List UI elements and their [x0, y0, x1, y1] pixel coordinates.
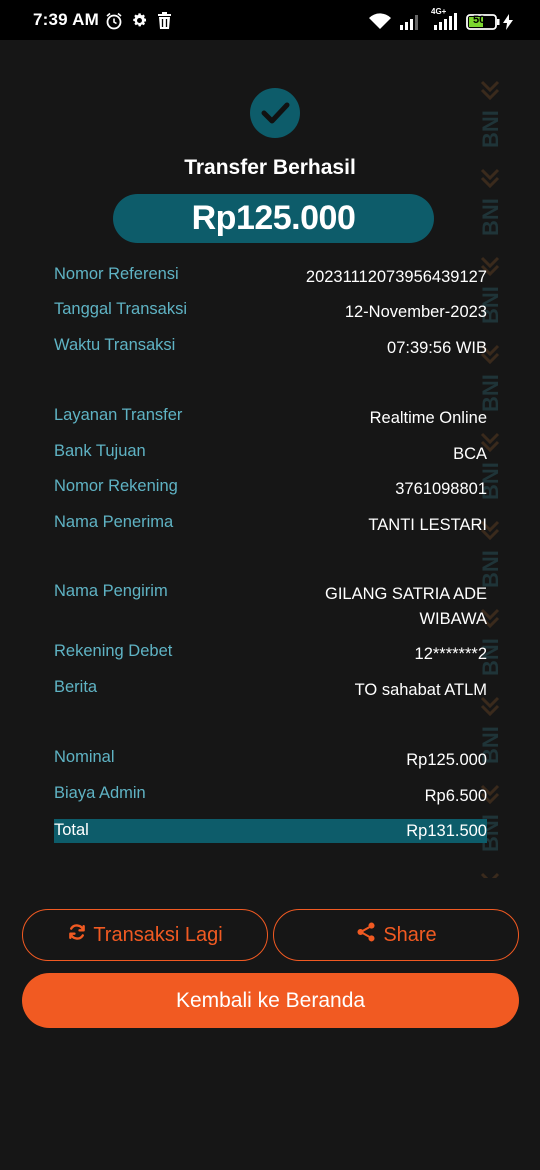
- refresh-icon: [67, 922, 87, 948]
- detail-value: Rp6.500: [424, 787, 487, 805]
- detail-label: Biaya Admin: [54, 784, 146, 802]
- battery-icon: 50: [466, 14, 500, 35]
- detail-value-line: WIBAWA: [419, 610, 487, 628]
- detail-value: Rp131.500: [406, 822, 487, 840]
- detail-value: TANTI LESTARI: [368, 516, 487, 534]
- detail-label: Nomor Rekening: [54, 477, 178, 495]
- detail-value: TO sahabat ATLM: [354, 681, 487, 699]
- detail-row-sender: Nama Pengirim GILANG SATRIA ADE WIBAWA: [54, 582, 487, 632]
- detail-value: Rp125.000: [406, 751, 487, 769]
- detail-label: Tanggal Transaksi: [54, 300, 187, 318]
- detail-label: Total: [54, 821, 89, 839]
- detail-value: 12-November-2023: [344, 303, 487, 321]
- detail-value-line: GILANG SATRIA ADE: [325, 585, 487, 603]
- share-icon: [355, 921, 377, 949]
- detail-value: BCA: [453, 445, 487, 463]
- detail-value: Realtime Online: [369, 409, 487, 427]
- status-time: 7:39 AM: [33, 10, 99, 29]
- detail-label: Berita: [54, 678, 98, 696]
- detail-label: Layanan Transfer: [54, 406, 183, 424]
- detail-row-total: Total Rp131.500: [54, 819, 487, 843]
- detail-value: 3761098801: [395, 480, 487, 498]
- wifi-icon: [368, 13, 392, 35]
- gear-icon: [131, 12, 148, 34]
- transfer-amount: Rp125.000: [113, 194, 434, 243]
- transaksi-lagi-button[interactable]: Transaksi Lagi: [22, 909, 268, 961]
- trash-icon: [157, 12, 172, 34]
- alarm-icon: [105, 12, 123, 35]
- detail-value: GILANG SATRIA ADE WIBAWA: [325, 582, 487, 632]
- detail-label: Bank Tujuan: [54, 442, 146, 460]
- detail-label: Nama Pengirim: [54, 582, 168, 600]
- transaksi-lagi-label: Transaksi Lagi: [93, 923, 223, 946]
- signal-icon: [399, 14, 421, 35]
- signal-4g-icon: 4G+: [430, 7, 460, 35]
- network-type: 4G+: [431, 7, 447, 16]
- svg-text:BNI: BNI: [478, 198, 503, 236]
- kembali-ke-beranda-label: Kembali ke Beranda: [175, 988, 366, 1012]
- detail-value: 07:39:56 WIB: [387, 339, 487, 357]
- page-title: Transfer Berhasil: [184, 156, 356, 179]
- detail-value: 12*******2: [414, 645, 487, 663]
- share-button[interactable]: Share: [273, 909, 519, 961]
- detail-label: Rekening Debet: [54, 642, 173, 660]
- share-label: Share: [383, 923, 437, 946]
- svg-text:BNI: BNI: [478, 110, 503, 148]
- detail-label: Waktu Transaksi: [54, 336, 176, 354]
- detail-label: Nama Penerima: [54, 513, 174, 531]
- charging-icon: [503, 14, 513, 35]
- success-check-icon: [250, 88, 300, 138]
- detail-label: Nomor Referensi: [54, 265, 179, 283]
- battery-level: 50: [473, 14, 486, 26]
- detail-value: 20231112073956439127: [305, 268, 487, 286]
- kembali-ke-beranda-button[interactable]: Kembali ke Beranda: [22, 973, 519, 1028]
- detail-label: Nominal: [54, 748, 115, 766]
- status-bar: 7:39 AM 4G+ 50: [0, 0, 540, 40]
